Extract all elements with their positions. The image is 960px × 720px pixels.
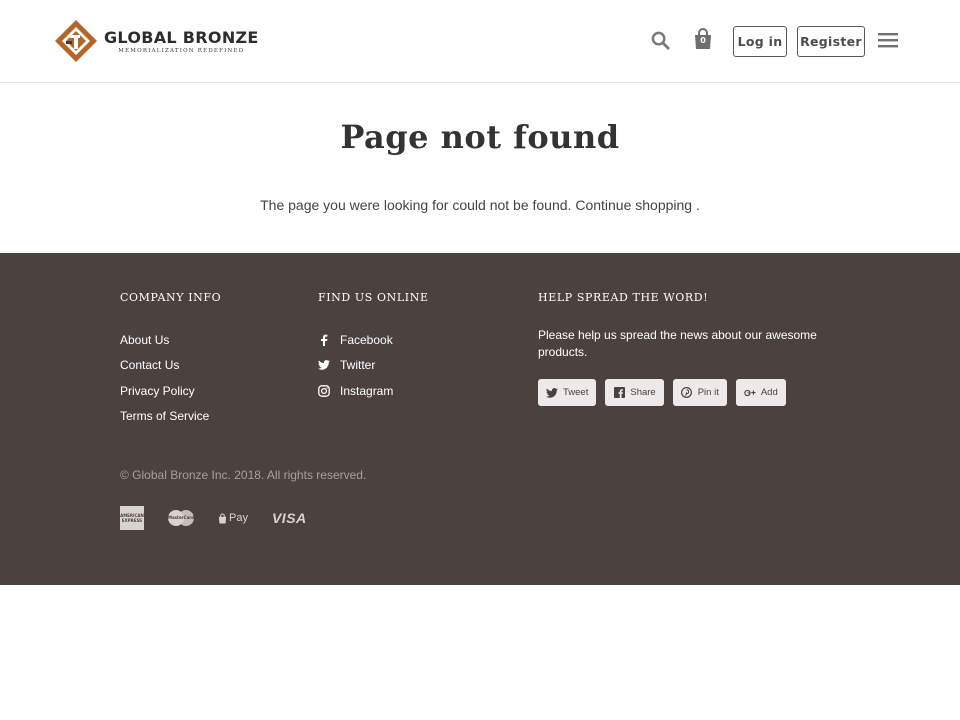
social-link-instagram[interactable]: Instagram [318,378,393,404]
help-spread-heading: HELP SPREAD THE WORD! [538,291,709,304]
footer-link-privacy[interactable]: Privacy Policy [120,378,209,404]
logo-tagline: MEMORIALIZATION REDEFINED [118,47,245,54]
site-footer: COMPANY INFO About Us Contact Us Privacy… [0,253,960,585]
share-buttons: Tweet Share Pin it Add [538,379,795,406]
copyright: © Global Bronze Inc. 2018. All rights re… [120,468,367,482]
social-links: Facebook Twitter Instagram [318,327,393,404]
facebook-label: Facebook [340,332,393,347]
footer-link-terms[interactable]: Terms of Service [120,404,209,430]
pinterest-icon [681,387,693,399]
logo-diamond-icon [55,20,97,62]
mastercard-text: MasterCard [168,515,195,520]
social-link-facebook[interactable]: Facebook [318,327,393,353]
apple-pay-text: Pay [229,512,248,524]
add-label: Add [760,387,778,398]
logo-name: GLOBAL BRONZE [104,27,259,47]
twitter-label: Twitter [340,358,376,373]
google-plus-icon [744,387,756,399]
hamburger-menu-icon[interactable] [877,31,899,49]
pin-it-label: Pin it [697,387,719,398]
visa-icon: VISA [272,510,307,526]
share-label: Share [630,387,656,398]
site-header: GLOBAL BRONZE MEMORIALIZATION REDEFINED … [0,0,960,83]
message-period: . [692,197,700,213]
find-us-online-heading: FIND US ONLINE [318,291,429,304]
google-plus-add-button[interactable]: Add [735,379,786,406]
amex-icon: AMERICAN EXPRESS [120,506,144,530]
not-found-message: The page you were looking for could not … [0,197,960,213]
share-button[interactable]: Share [605,379,664,406]
facebook-icon [318,334,330,346]
payment-methods: AMERICAN EXPRESS MasterCard Pay VISA [120,506,331,530]
instagram-icon [318,384,330,397]
register-button[interactable]: Register [797,26,865,57]
search-icon[interactable] [649,29,671,51]
login-button[interactable]: Log in [733,26,787,57]
logo[interactable]: GLOBAL BRONZE MEMORIALIZATION REDEFINED [54,18,274,64]
mastercard-icon: MasterCard [168,510,194,526]
cart-count: 0 [700,36,706,45]
apple-pay-icon: Pay [218,512,248,524]
facebook-icon [613,387,625,399]
instagram-label: Instagram [340,383,394,398]
main-content: Page not found The page you were looking… [0,84,960,253]
pin-it-button[interactable]: Pin it [672,379,727,406]
help-spread-text: Please help us spread the news about our… [538,328,817,359]
tweet-button[interactable]: Tweet [538,379,597,406]
footer-link-contact[interactable]: Contact Us [120,353,209,379]
company-info-heading: COMPANY INFO [120,291,222,304]
tweet-label: Tweet [563,387,589,398]
shopping-bag-icon [218,512,227,523]
amex-text: AMERICAN EXPRESS [120,513,144,523]
page-title: Page not found [340,118,620,156]
not-found-text: The page you were looking for could not … [260,197,572,213]
twitter-icon [546,387,558,399]
visa-text: VISA [271,510,307,526]
twitter-icon [318,359,330,371]
logo-text: GLOBAL BRONZE MEMORIALIZATION REDEFINED [104,27,259,54]
shopping-bag-icon[interactable]: 0 [692,27,714,51]
company-links: About Us Contact Us Privacy Policy Terms… [120,327,209,429]
footer-link-about[interactable]: About Us [120,327,209,353]
continue-shopping-link[interactable]: Continue shopping [575,197,692,213]
social-link-twitter[interactable]: Twitter [318,353,393,379]
